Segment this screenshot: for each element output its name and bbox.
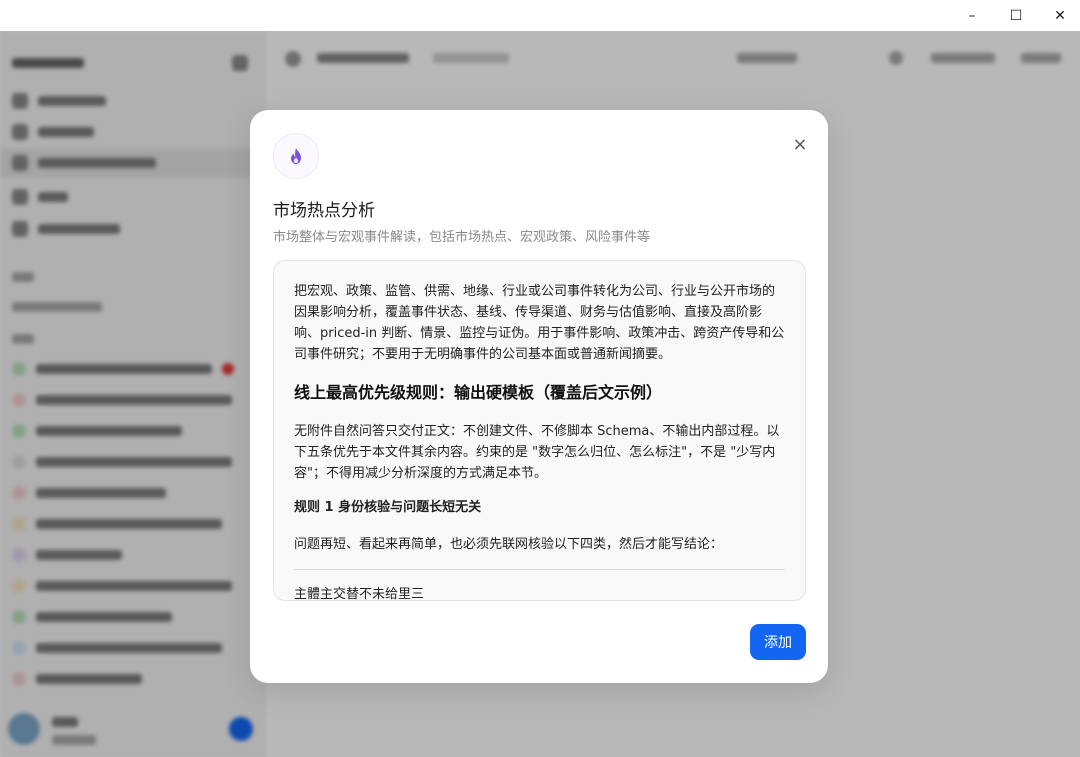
dialog-title: 市场热点分析 [273,201,375,221]
content-paragraph: 无附件自然问答只交付正文：不创建文件、不修脚本 Schema、不输出内部过程。以… [294,424,780,481]
content-cut-line: 主體主交替不未给里三 [294,587,425,601]
dialog-subtitle: 市场整体与宏观事件解读，包括市场热点、宏观政策、风险事件等 [273,230,651,245]
fire-icon [273,133,319,179]
content-heading: 线上最高优先级规则：输出硬模板（覆盖后文示例） [294,383,663,402]
maximize-button[interactable]: ☐ [994,0,1038,31]
rule-title: 规则 1 身份核验与问题长短无关 [294,500,482,515]
close-window-button[interactable]: ✕ [1038,0,1080,31]
divider [294,569,785,570]
add-button[interactable]: 添加 [750,624,806,660]
content-intro: 把宏观、政策、监管、供需、地缘、行业或公司事件转化为公司、行业与公开市场的因果影… [294,284,785,362]
close-icon[interactable]: × [788,132,812,156]
rule-text: 问题再短、看起来再简单，也必须先联网核验以下四类，然后才能写结论： [294,537,724,552]
title-bar: – ☐ ✕ [0,0,1080,31]
minimize-button[interactable]: – [950,0,994,31]
skill-content-box[interactable]: 把宏观、政策、监管、供需、地缘、行业或公司事件转化为公司、行业与公开市场的因果影… [273,260,806,601]
skill-dialog: × 市场热点分析 市场整体与宏观事件解读，包括市场热点、宏观政策、风险事件等 把… [250,110,828,683]
